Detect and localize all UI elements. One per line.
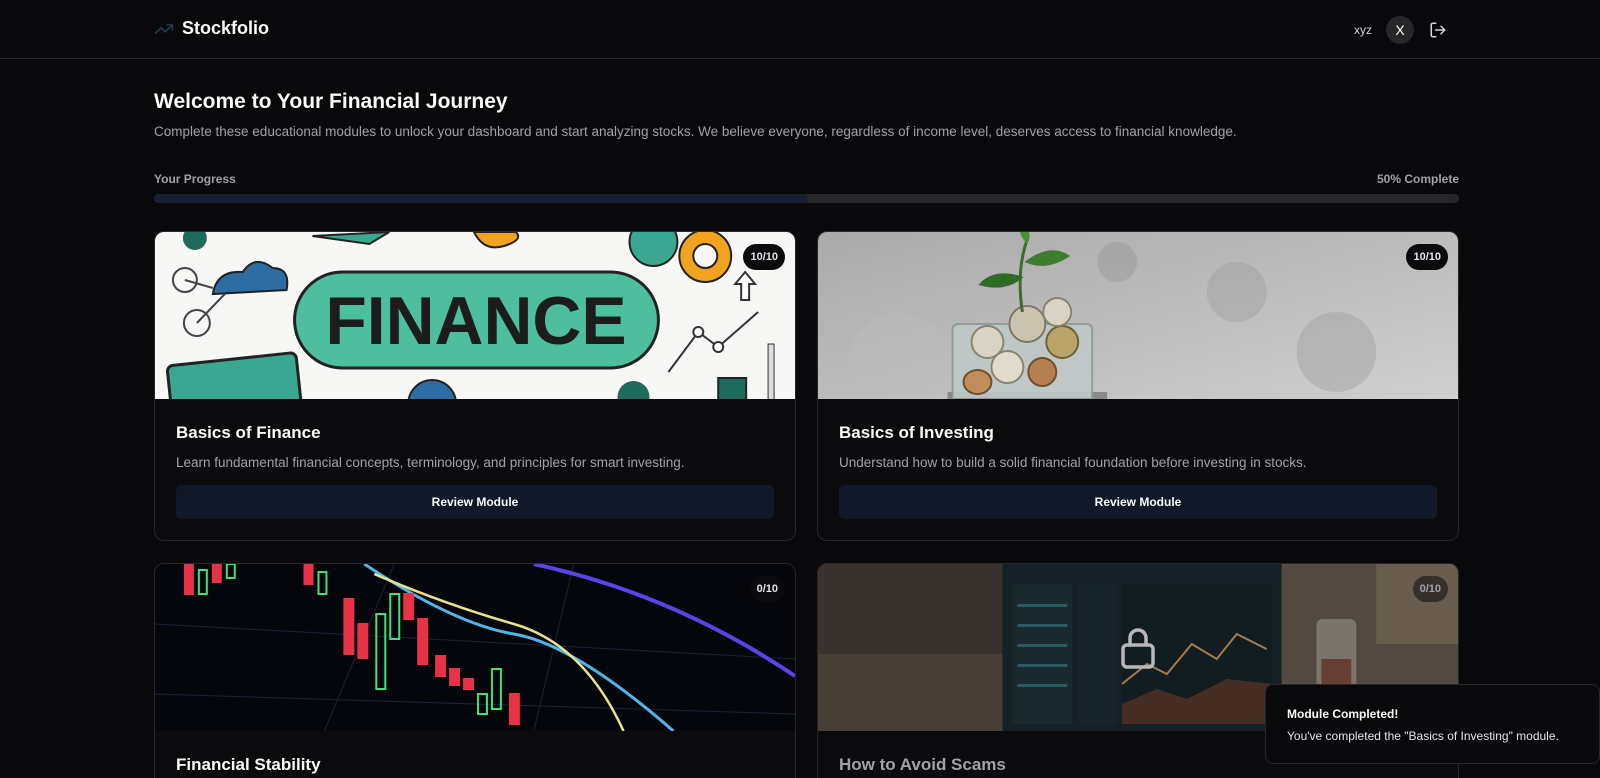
top-navbar: Stockfolio xyz X <box>0 0 1600 59</box>
progress-bar <box>154 194 1459 203</box>
module-image-finance: FINANCE 10/10 <box>155 232 795 399</box>
lock-icon <box>1121 627 1155 669</box>
module-card-basics-of-finance: FINANCE 10/10 Basics of Finance Learn fu… <box>154 231 796 541</box>
brand[interactable]: Stockfolio <box>154 18 269 39</box>
toast-title: Module Completed! <box>1287 707 1399 721</box>
module-card-financial-stability: 0/10 Financial Stability <box>154 563 796 778</box>
trending-up-icon <box>154 23 174 34</box>
brand-name: Stockfolio <box>182 18 270 38</box>
score-badge: 0/10 <box>749 576 785 602</box>
progress-value: 50% Complete <box>1376 172 1459 186</box>
score-badge: 10/10 <box>743 244 785 270</box>
score-badge: 10/10 <box>1406 244 1448 270</box>
page-subtitle: Complete these educational modules to un… <box>154 124 1237 139</box>
svg-text:FINANCE: FINANCE <box>325 284 626 359</box>
toast-message: You've completed the "Basics of Investin… <box>1287 729 1559 743</box>
module-description: Learn fundamental financial concepts, te… <box>176 455 685 470</box>
username: xyz <box>1354 23 1372 37</box>
module-title: Basics of Investing <box>839 423 994 442</box>
avatar[interactable]: X <box>1386 16 1414 44</box>
module-card-basics-of-investing: 10/10 Basics of Investing Understand how… <box>817 231 1459 541</box>
toast-notification[interactable]: Module Completed! You've completed the "… <box>1265 684 1600 764</box>
module-image-investing: 10/10 <box>818 232 1458 399</box>
progress-label: Your Progress <box>154 172 236 186</box>
module-description: Understand how to build a solid financia… <box>839 455 1307 470</box>
review-module-button[interactable]: Review Module <box>176 485 774 519</box>
review-module-button[interactable]: Review Module <box>839 485 1437 519</box>
user-area: xyz X <box>1354 16 1448 44</box>
page-title: Welcome to Your Financial Journey <box>154 90 508 113</box>
logout-icon[interactable] <box>1428 20 1448 40</box>
module-title: Financial Stability <box>176 755 321 774</box>
module-title: Basics of Finance <box>176 423 321 442</box>
progress-bar-fill <box>154 194 807 203</box>
score-badge: 0/10 <box>1412 576 1448 602</box>
module-image-stability: 0/10 <box>155 564 795 731</box>
